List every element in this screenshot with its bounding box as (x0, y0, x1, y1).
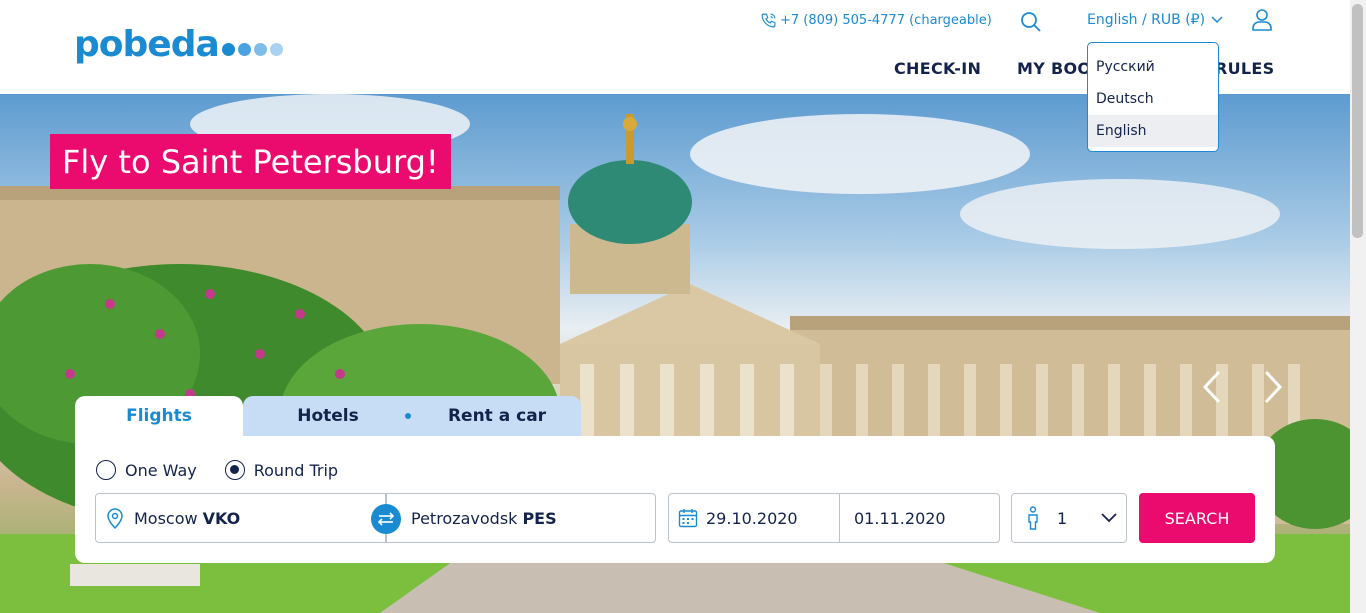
phone-link[interactable]: +7 (809) 505-4777 (chargeable) (760, 12, 992, 29)
language-option-german[interactable]: Deutsch (1088, 83, 1218, 115)
promo-banner[interactable]: Fly to Saint Petersburg! (50, 134, 451, 189)
one-way-label[interactable]: One Way (125, 461, 197, 480)
tab-rent-a-car-label: Rent a car (447, 406, 547, 426)
logo-dots (221, 43, 286, 56)
origin-city: Moscow (134, 508, 198, 528)
tab-flights[interactable]: Flights (75, 396, 243, 436)
passengers-field[interactable]: 1 (1011, 493, 1127, 543)
language-dropdown: Русский Deutsch English (1087, 42, 1219, 152)
return-date-field[interactable]: 01.11.2020 (839, 493, 1000, 543)
booking-tabs: Flights Hotels Rent a car (75, 396, 581, 436)
destination-city: Petrozavodsk (411, 508, 518, 528)
destination-field[interactable]: Petrozavodsk PES (386, 493, 656, 543)
return-date: 01.11.2020 (854, 508, 946, 528)
swap-direction-button[interactable] (371, 504, 401, 534)
chevron-left-icon (1202, 370, 1221, 404)
page-scrollbar[interactable] (1350, 0, 1366, 613)
phone-number: +7 (809) 505-4777 (chargeable) (780, 13, 992, 28)
destination-code: PES (522, 508, 557, 528)
tab-separator-dot (405, 413, 411, 419)
logo-text: pobeda (74, 24, 220, 65)
origin-code: VKO (202, 508, 241, 528)
search-button[interactable]: SEARCH (1139, 493, 1255, 543)
chevron-down-icon (1211, 16, 1223, 24)
round-trip-radio[interactable] (224, 460, 245, 480)
tab-hotels[interactable]: Hotels (243, 396, 413, 436)
language-currency-selector[interactable]: English / RUB (₽) (1087, 12, 1223, 28)
passenger-count: 1 (1057, 508, 1068, 528)
language-option-russian[interactable]: Русский (1088, 51, 1218, 83)
origin-field[interactable]: Moscow VKO (95, 493, 386, 543)
search-icon[interactable] (1019, 10, 1043, 38)
passenger-icon (1028, 506, 1038, 530)
calendar-icon (678, 509, 698, 528)
chevron-right-icon (1264, 370, 1283, 404)
nav-check-in[interactable]: CHECK-IN (894, 59, 981, 78)
language-currency-label: English / RUB (₽) (1087, 12, 1206, 28)
flight-search-panel: One Way Round Trip Moscow VKO Petrozavod… (75, 436, 1275, 563)
tab-rent-a-car[interactable]: Rent a car (405, 396, 581, 436)
one-way-radio[interactable] (96, 460, 116, 480)
swap-arrows-icon (377, 512, 395, 526)
depart-date: 29.10.2020 (706, 508, 798, 528)
depart-date-field[interactable]: 29.10.2020 (668, 493, 840, 543)
round-trip-label[interactable]: Round Trip (254, 461, 338, 480)
phone-icon (761, 13, 776, 28)
carousel-prev-arrow[interactable] (1201, 370, 1223, 408)
scrollbar-thumb[interactable] (1352, 4, 1363, 238)
location-pin-icon (107, 508, 123, 529)
language-option-english[interactable]: English (1088, 115, 1218, 147)
trip-type-group: One Way Round Trip (96, 460, 338, 480)
nav-rules[interactable]: RULES (1215, 59, 1274, 78)
nav-my-booking[interactable]: MY BOO (1017, 59, 1091, 78)
chevron-down-icon (1101, 513, 1117, 523)
user-account-icon[interactable] (1251, 8, 1273, 36)
carousel-next-arrow[interactable] (1262, 370, 1284, 408)
pobeda-logo[interactable]: pobeda (74, 24, 286, 65)
